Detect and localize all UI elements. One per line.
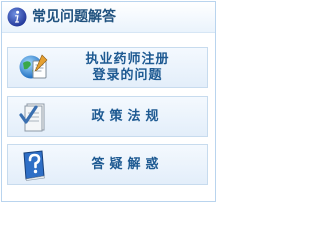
help-book-icon (23, 150, 45, 181)
faq-item-q-and-a[interactable]: 答疑解惑 (7, 144, 208, 185)
faq-item-label-line1: 政策法规 (91, 108, 164, 124)
faq-item-label: 答疑解惑 (54, 145, 201, 184)
faq-panel: 常见问题解答 执业药师注册 登录的问题 政策法规 答疑解惑 (1, 1, 216, 202)
faq-item-label-line2: 登录的问题 (92, 67, 163, 83)
globe-document-icon (19, 54, 48, 79)
faq-item-registration-login[interactable]: 执业药师注册 登录的问题 (7, 47, 208, 88)
faq-item-policies-regulations[interactable]: 政策法规 (7, 96, 208, 137)
faq-panel-header: 常见问题解答 (2, 2, 215, 33)
checked-document-icon (19, 103, 45, 132)
info-icon (7, 7, 27, 27)
faq-item-label-line1: 答疑解惑 (91, 156, 164, 172)
faq-item-label-line1: 执业药师注册 (85, 51, 170, 67)
faq-item-label: 政策法规 (54, 97, 201, 136)
faq-item-label: 执业药师注册 登录的问题 (54, 48, 201, 87)
panel-title: 常见问题解答 (32, 9, 116, 25)
